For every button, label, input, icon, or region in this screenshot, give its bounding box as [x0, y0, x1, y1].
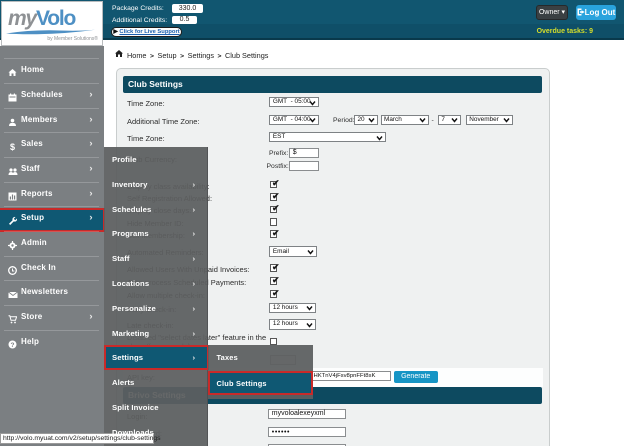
svg-text:$: $ [10, 142, 15, 151]
svg-text:?: ? [11, 342, 15, 349]
